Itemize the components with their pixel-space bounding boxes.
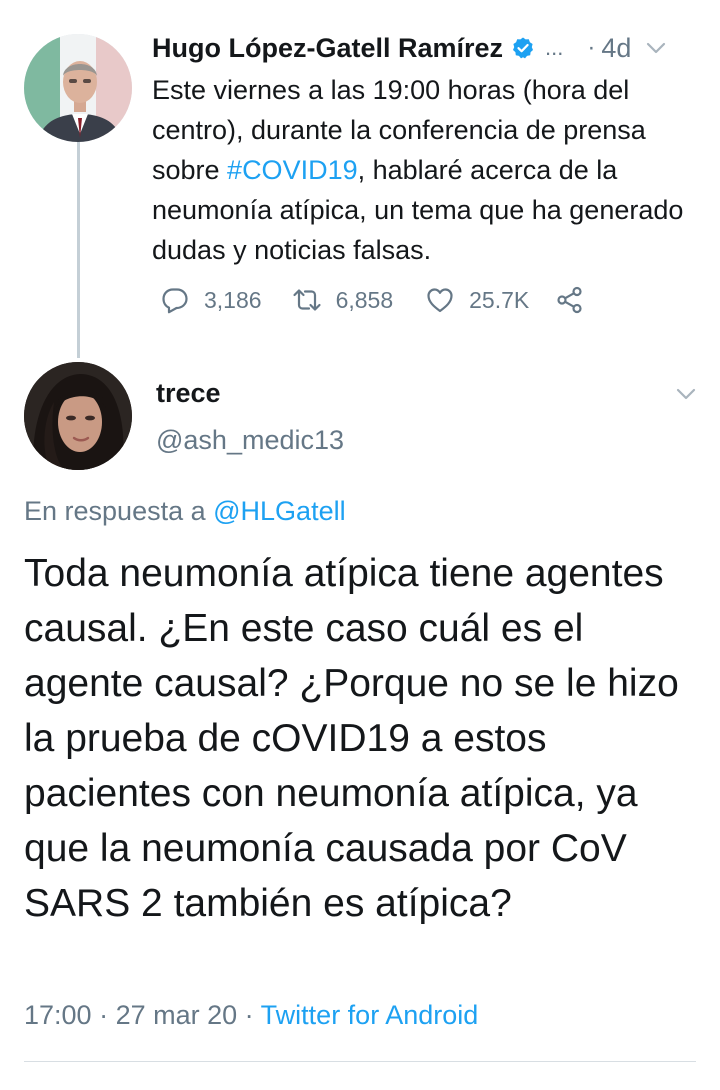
avatar-trece[interactable]	[24, 362, 132, 470]
reply-author-name[interactable]: trece	[156, 378, 221, 409]
retweet-icon	[292, 289, 321, 311]
reply-icon	[162, 288, 188, 314]
share-icon	[557, 286, 582, 314]
reply-tweet-text: Toda neumonía atípica tiene agentes caus…	[24, 552, 679, 925]
retweet-button[interactable]: 6,858	[292, 285, 394, 315]
share-button[interactable]	[555, 285, 585, 315]
hashtag-covid19-link[interactable]: #COVID19	[227, 155, 358, 185]
thread-connector-line	[77, 140, 80, 358]
reply-time: 17:00	[24, 1000, 92, 1030]
original-tweet-header: Hugo López-Gatell Ramírez ... · 4d	[152, 28, 712, 68]
like-count: 25.7K	[469, 286, 530, 313]
chevron-down-icon[interactable]	[645, 41, 667, 55]
meta-separator-2: ·	[237, 1000, 261, 1030]
in-reply-to-label: En respuesta a	[24, 496, 214, 526]
avatar-hugo-lopez-gatell[interactable]	[24, 34, 132, 142]
reply-date: 27 mar 20	[115, 1000, 238, 1030]
divider	[24, 1061, 696, 1062]
client-link[interactable]: Twitter for Android	[261, 1000, 479, 1030]
chevron-down-icon[interactable]	[675, 387, 697, 401]
original-tweet-text: Este viernes a las 19:00 horas (hora del…	[152, 70, 712, 270]
avatar-trece-image	[24, 362, 132, 470]
time-separator: ·	[587, 34, 596, 61]
verified-badge-icon	[513, 37, 534, 59]
tweet-time[interactable]: 4d	[601, 33, 631, 64]
in-reply-to: En respuesta a @HLGatell	[24, 496, 346, 527]
retweet-count: 6,858	[335, 286, 394, 313]
meta-separator-1: ·	[91, 1000, 116, 1030]
tweet-actions: 3,186 6,858 25.7K	[160, 280, 585, 320]
reply-count: 3,186	[204, 286, 262, 313]
reply-tweet-meta: 17:00 · 27 mar 20 · Twitter for Android	[24, 1000, 478, 1031]
reply-author-handle[interactable]: @ash_medic13	[156, 425, 344, 456]
author-name[interactable]: Hugo López-Gatell Ramírez	[152, 33, 503, 64]
name-truncation-ellipsis: ...	[545, 35, 564, 60]
like-icon	[427, 288, 453, 313]
reply-button[interactable]: 3,186	[160, 285, 262, 315]
in-reply-to-handle-link[interactable]: @HLGatell	[213, 496, 345, 526]
avatar-hugo-image	[24, 34, 132, 142]
like-button[interactable]: 25.7K	[425, 285, 529, 315]
